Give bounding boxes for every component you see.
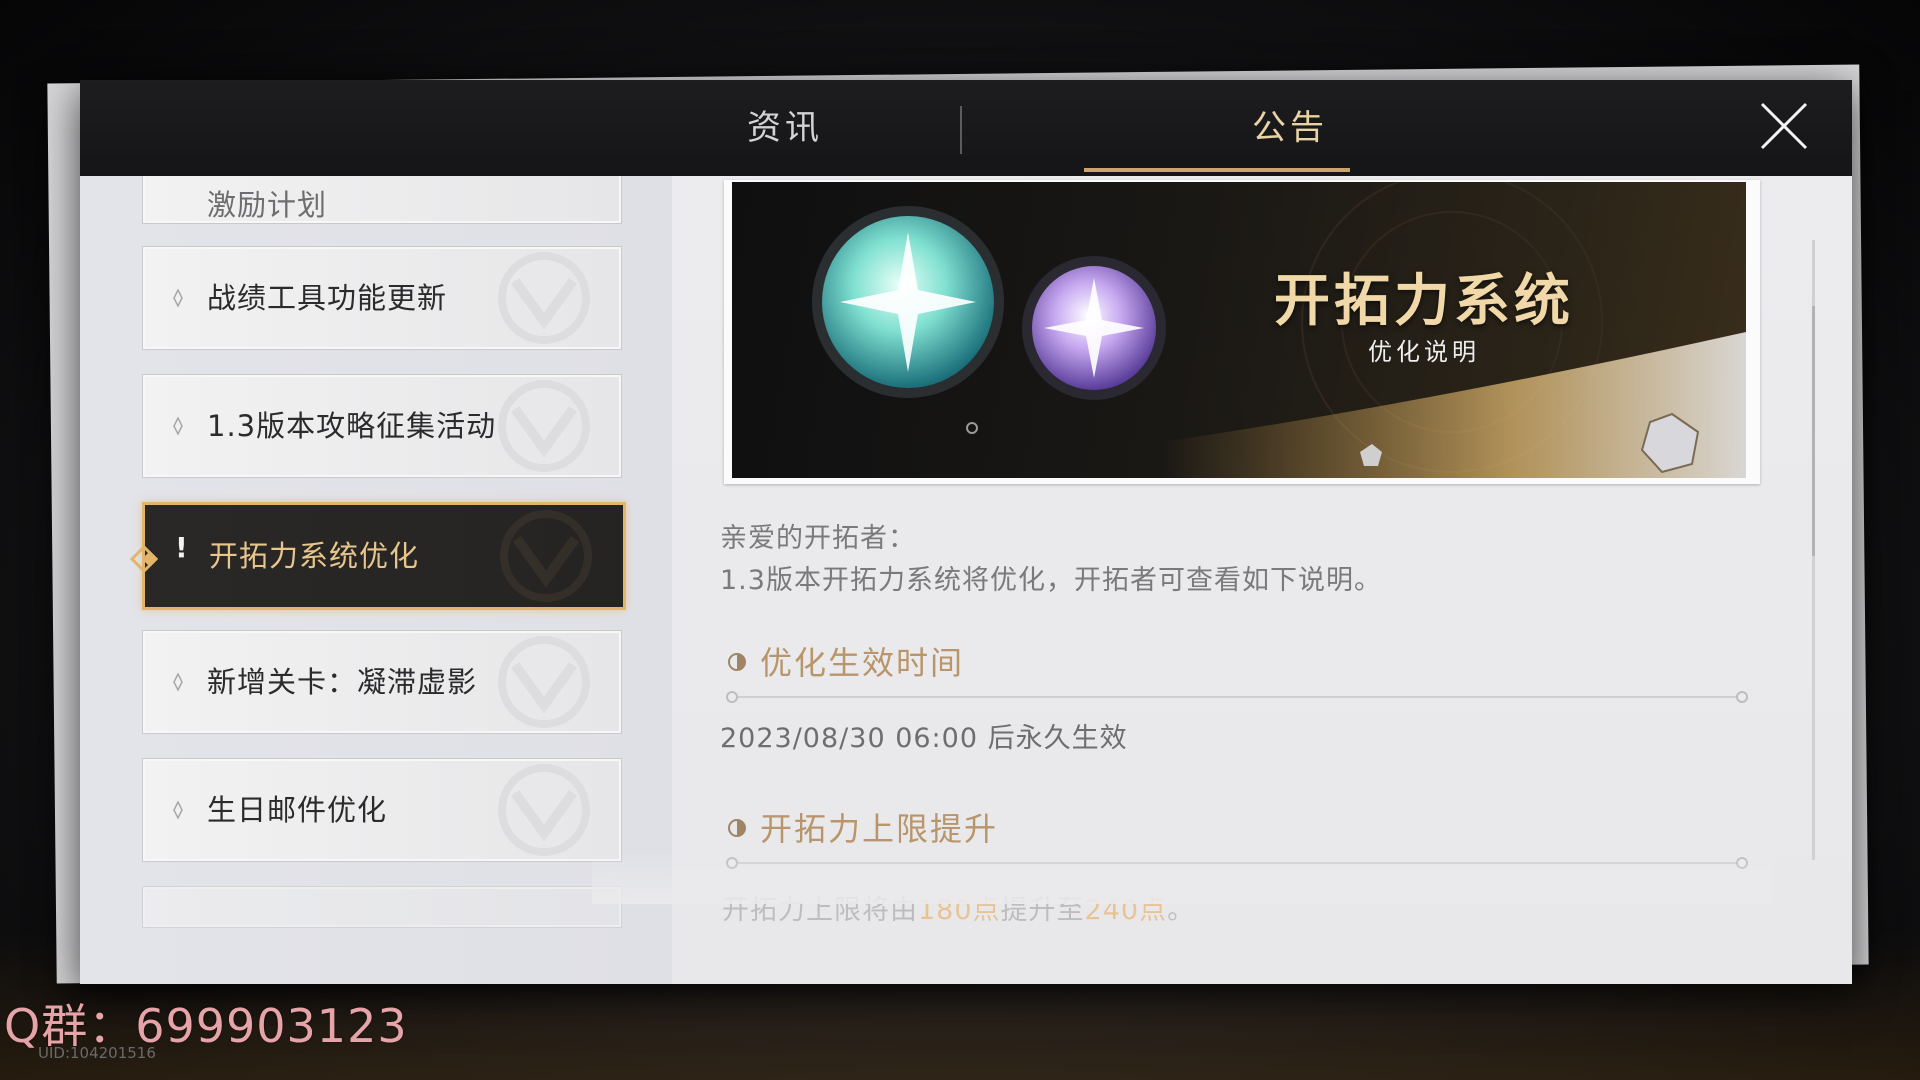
half-circle-icon [728, 653, 746, 671]
emblem-icon [500, 510, 592, 602]
section-divider [732, 696, 1742, 698]
content-fade [592, 852, 1772, 904]
list-item-label: 激励计划 [207, 188, 328, 222]
section-heading: 开拓力上限提升 [760, 810, 999, 848]
section-heading: 优化生效时间 [760, 644, 965, 682]
divider-node [726, 691, 738, 703]
half-circle-icon [728, 819, 746, 837]
close-button[interactable] [1756, 98, 1812, 154]
diamond-dot-icon [173, 417, 183, 435]
emblem-icon [498, 252, 590, 344]
list-item[interactable]: 战绩工具功能更新 [142, 246, 622, 350]
list-item[interactable]: 1.3版本攻略征集活动 [142, 374, 622, 478]
banner-subtitle: 优化说明 [1368, 338, 1480, 366]
diamond-dot-icon [173, 801, 183, 819]
new-badge: ! [175, 531, 188, 564]
list-item[interactable]: 生日邮件优化 [142, 758, 622, 862]
intro-text: 1.3版本开拓力系统将优化，开拓者可查看如下说明。 [720, 565, 1382, 596]
announcement-window: 资讯 公告 激励计划 战绩工具功能更新 1.3版本攻略征集活动 ! 开拓力系统优… [80, 80, 1852, 984]
tab-news[interactable]: 资讯 [580, 80, 990, 176]
list-item-label: 战绩工具功能更新 [207, 281, 448, 315]
diamond-dot-icon [173, 673, 183, 691]
list-item-label: 开拓力系统优化 [209, 539, 420, 573]
emblem-icon [498, 636, 590, 728]
banner-frame: 开拓力系统 优化说明 [724, 180, 1760, 484]
emblem-icon [498, 764, 590, 856]
uid-text: UID:104201516 [38, 1044, 156, 1062]
divider-node [1736, 691, 1748, 703]
list-item[interactable]: 新增关卡：凝滞虚影 [142, 630, 622, 734]
tab-divider [960, 106, 962, 154]
close-icon [1760, 102, 1808, 150]
list-item-label: 生日邮件优化 [207, 793, 388, 827]
greeting-text: 亲爱的开拓者： [720, 523, 916, 554]
banner-title: 开拓力系统 [1274, 269, 1574, 334]
tab-notice[interactable]: 公告 [1080, 80, 1500, 176]
list-item-active[interactable]: ! 开拓力系统优化 [142, 502, 626, 610]
list-item[interactable] [142, 886, 622, 928]
list-item-label: 新增关卡：凝滞虚影 [207, 665, 478, 699]
tab-bar: 资讯 公告 [80, 80, 1852, 176]
list-item-label: 1.3版本攻略征集活动 [207, 409, 497, 443]
scrollbar-thumb[interactable] [1812, 306, 1815, 556]
active-tab-underline [1084, 168, 1350, 172]
diamond-dot-icon [173, 289, 183, 307]
emblem-icon [498, 380, 590, 472]
list-item[interactable]: 激励计划 [142, 176, 622, 224]
announcement-banner: 开拓力系统 优化说明 [732, 182, 1746, 478]
announcement-list[interactable]: 激励计划 战绩工具功能更新 1.3版本攻略征集活动 ! 开拓力系统优化 新增关卡… [80, 176, 672, 984]
diamond-marker-icon [129, 544, 159, 574]
effective-time-text: 2023/08/30 06:00 后永久生效 [720, 723, 1128, 754]
